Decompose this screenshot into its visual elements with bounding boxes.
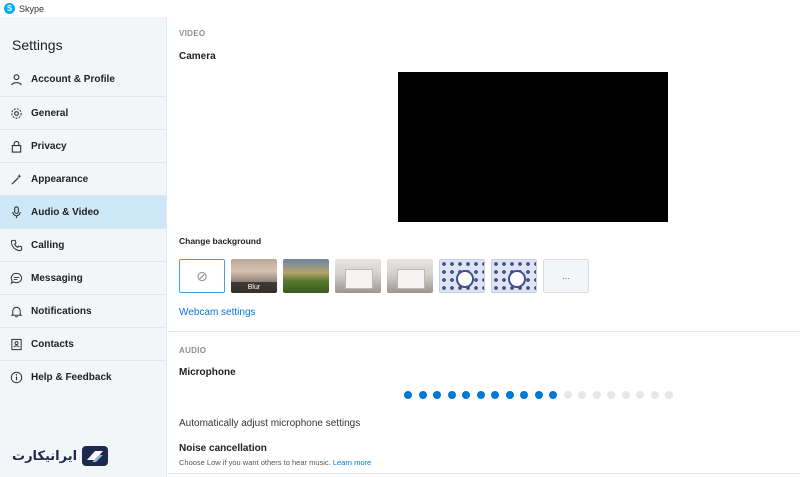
sidebar-item-notifications[interactable]: Notifications <box>0 294 166 327</box>
webcam-settings-link[interactable]: Webcam settings <box>179 307 256 318</box>
sidebar-item-audio-video[interactable]: Audio & Video <box>0 195 166 228</box>
mic-level-dot-active <box>447 391 456 399</box>
mic-level-dot-inactive <box>607 391 615 399</box>
sidebar-item-label: Account & Profile <box>31 74 115 85</box>
mic-level-dot-active <box>404 391 412 399</box>
sidebar-item-privacy[interactable]: Privacy <box>0 129 166 162</box>
mic-level-dot-active <box>433 391 441 399</box>
brand-text: ایرانیکارت <box>12 448 78 464</box>
background-landscape-option[interactable] <box>283 259 329 293</box>
window-title: Skype <box>19 3 45 14</box>
sidebar-item-help-feedback[interactable]: Help & Feedback <box>0 360 166 393</box>
microphone-level-meter <box>404 391 680 399</box>
blur-label: Blur <box>231 282 277 293</box>
mic-level-dot-active <box>549 391 557 399</box>
settings-nav: Account & Profile General Privacy Appear… <box>0 63 166 393</box>
sidebar-item-label: Contacts <box>31 338 74 350</box>
sidebar-item-label: Appearance <box>31 173 89 185</box>
background-none-option[interactable]: ⊘ <box>179 259 225 293</box>
background-room-option[interactable] <box>335 259 381 293</box>
background-pattern-option[interactable] <box>439 259 485 293</box>
sidebar-item-label: Messaging <box>31 272 83 284</box>
microphone-icon <box>9 205 23 219</box>
mic-level-dot-active <box>476 391 485 399</box>
noise-cancellation-hint-text: Choose Low if you want others to hear mu… <box>179 458 331 467</box>
brand-logo-icon <box>82 446 109 466</box>
audio-section-label: AUDIO <box>179 346 207 355</box>
sidebar-item-label: Help & Feedback <box>31 371 112 383</box>
mic-level-dot-active <box>505 391 514 399</box>
noise-cancellation-hint: Choose Low if you want others to hear mu… <box>179 458 371 467</box>
sidebar-item-label: Calling <box>31 239 65 251</box>
mic-level-dot-active <box>520 391 528 399</box>
chat-bubble-icon <box>9 271 23 285</box>
sidebar-item-account-profile[interactable]: Account & Profile <box>0 63 166 96</box>
learn-more-link[interactable]: Learn more <box>333 458 371 467</box>
section-divider <box>168 331 800 332</box>
sidebar-item-appearance[interactable]: Appearance <box>0 162 166 195</box>
mic-level-dot-inactive <box>636 391 644 399</box>
video-section-label: VIDEO <box>179 29 206 38</box>
sidebar-item-general[interactable]: General <box>0 96 166 129</box>
noise-cancellation-label: Noise cancellation <box>179 443 267 454</box>
title-bar: S Skype <box>0 0 800 17</box>
auto-adjust-microphone-label: Automatically adjust microphone settings <box>179 418 361 429</box>
settings-sidebar: Settings Account & Profile General Priva… <box>0 17 167 477</box>
gear-icon <box>9 106 23 120</box>
sidebar-item-messaging[interactable]: Messaging <box>0 261 166 294</box>
section-divider <box>168 473 800 474</box>
mic-level-dot-inactive <box>650 391 659 399</box>
sidebar-item-contacts[interactable]: Contacts <box>0 327 166 360</box>
mic-level-dot-inactive <box>665 391 673 399</box>
settings-content: VIDEO Camera Change background ⊘ Blur ..… <box>168 17 800 477</box>
camera-label: Camera <box>179 51 216 62</box>
contact-card-icon <box>9 337 23 351</box>
mic-level-dot-inactive <box>592 391 601 399</box>
mic-level-dot-inactive <box>563 391 572 399</box>
mic-level-dot-active <box>418 391 427 399</box>
settings-heading: Settings <box>12 37 63 53</box>
bell-icon <box>9 304 23 318</box>
mic-level-dot-active <box>534 391 543 399</box>
brand-watermark: ایرانیکارت <box>12 445 109 467</box>
no-background-icon: ⊘ <box>196 267 208 284</box>
mic-level-dot-active <box>491 391 499 399</box>
magic-wand-icon <box>9 172 23 186</box>
sidebar-item-calling[interactable]: Calling <box>0 228 166 261</box>
change-background-label: Change background <box>179 236 262 246</box>
background-blur-option[interactable]: Blur <box>231 259 277 293</box>
skype-logo-icon: S <box>4 3 15 14</box>
microphone-label: Microphone <box>179 367 236 378</box>
sidebar-item-label: Audio & Video <box>31 206 100 218</box>
sidebar-item-label: Notifications <box>31 305 92 317</box>
info-icon <box>9 370 23 384</box>
more-backgrounds-button[interactable]: ... <box>543 259 589 293</box>
sidebar-item-label: General <box>31 107 69 119</box>
mic-level-dot-inactive <box>578 391 586 399</box>
lock-icon <box>9 139 23 153</box>
sidebar-item-label: Privacy <box>31 140 67 152</box>
background-room-option[interactable] <box>387 259 433 293</box>
background-pattern-option[interactable] <box>491 259 537 293</box>
camera-preview <box>398 72 668 222</box>
mic-level-dot-active <box>462 391 470 399</box>
background-options: ⊘ Blur ... <box>179 259 595 293</box>
phone-icon <box>9 238 23 252</box>
person-icon <box>9 73 23 87</box>
mic-level-dot-inactive <box>621 391 630 399</box>
